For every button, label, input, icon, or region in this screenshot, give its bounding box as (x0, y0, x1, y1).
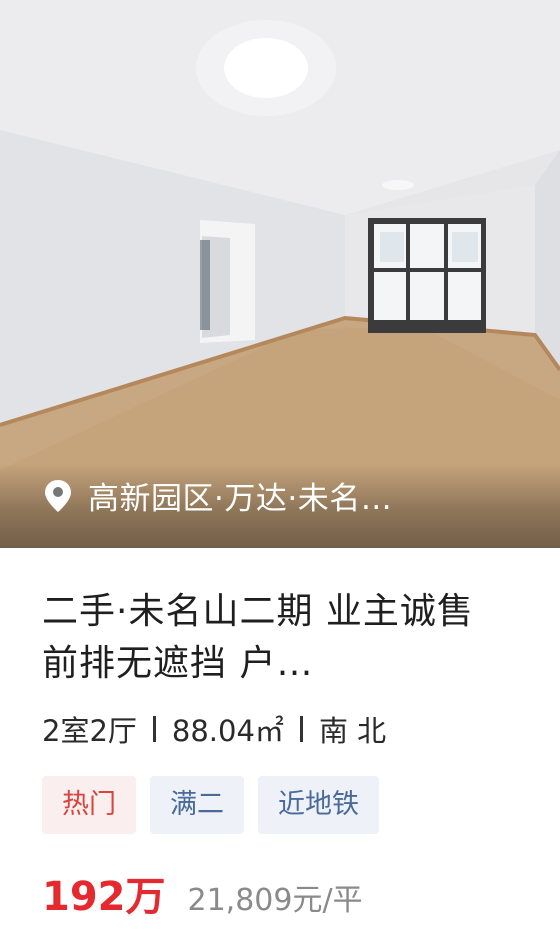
listing-title[interactable]: 二手·未名山二期 业主诚售 前排无遮挡 户… (42, 586, 518, 690)
price-row: 192万 21,809元/平 (42, 864, 518, 922)
tag-two-years: 满二 (150, 776, 244, 834)
meta-divider (299, 716, 303, 742)
room-layout: 2室2厅 (42, 714, 137, 748)
unit-price: 21,809元/平 (187, 883, 363, 918)
meta-divider (152, 716, 156, 742)
listing-meta: 2室2厅 88.04㎡ 南 北 (42, 708, 518, 750)
total-price: 192万 (42, 874, 166, 920)
location-label: 高新园区·万达·未名… (42, 473, 392, 518)
tag-hot: 热门 (42, 776, 136, 834)
listing-photo[interactable]: 高新园区·万达·未名… (0, 0, 560, 548)
tag-list: 热门 满二 近地铁 (42, 776, 518, 834)
floor-area: 88.04㎡ (171, 714, 284, 748)
location-text: 高新园区·万达·未名… (88, 481, 393, 517)
listing-info: 二手·未名山二期 业主诚售 前排无遮挡 户… 2室2厅 88.04㎡ 南 北 热… (0, 548, 560, 922)
tag-near-subway: 近地铁 (258, 776, 379, 834)
orientation: 南 北 (318, 714, 387, 748)
map-pin-icon (42, 478, 74, 514)
listing-card[interactable]: 高新园区·万达·未名… 二手·未名山二期 业主诚售 前排无遮挡 户… 2室2厅 … (0, 0, 560, 947)
